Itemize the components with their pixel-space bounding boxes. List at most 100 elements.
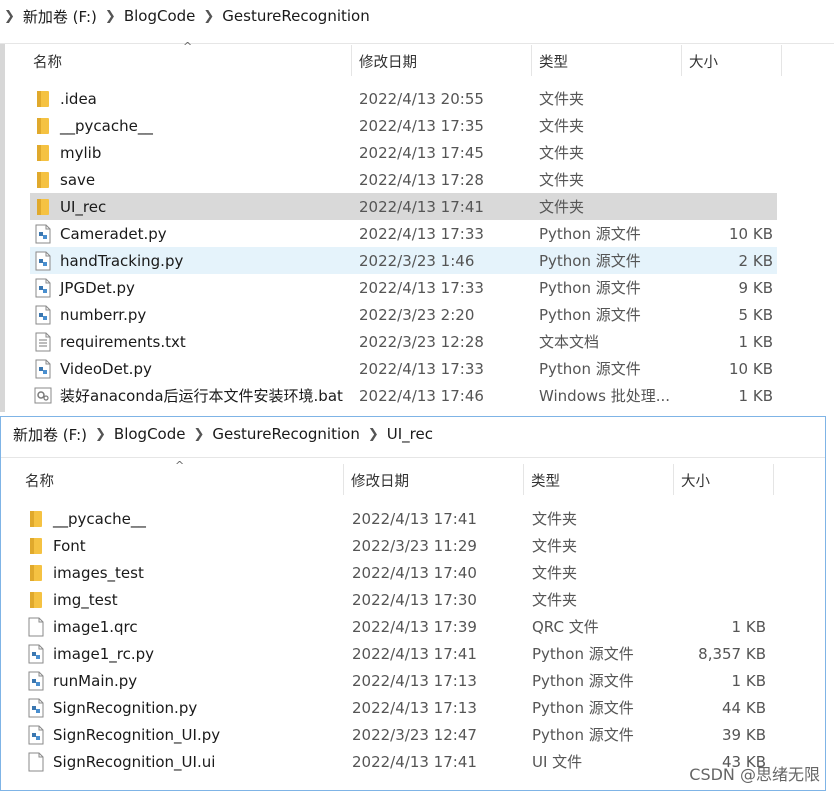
file-size: 1 KB: [738, 386, 773, 405]
breadcrumb-blogcode[interactable]: BlogCode: [110, 425, 190, 443]
breadcrumb-gesturerecognition[interactable]: GestureRecognition: [208, 425, 363, 443]
chevron-right-icon[interactable]: ❯: [101, 9, 120, 24]
file-row[interactable]: save 2022/4/13 17:28 文件夹: [30, 166, 777, 193]
column-divider[interactable]: [343, 464, 344, 495]
file-size: 1 KB: [731, 617, 766, 636]
file-row[interactable]: JPGDet.py 2022/4/13 17:33 Python 源文件 9 KB: [30, 274, 777, 301]
file-name: images_test: [53, 563, 144, 582]
file-modified-date: 2022/4/13 17:30: [352, 590, 477, 609]
file-row[interactable]: 装好anaconda后运行本文件安装环境.bat 2022/4/13 17:46 W…: [30, 382, 777, 409]
file-row[interactable]: .idea 2022/4/13 20:55 文件夹: [30, 85, 777, 112]
file-modified-date: 2022/4/13 17:13: [352, 698, 477, 717]
file-modified-date: 2022/4/13 17:46: [359, 386, 484, 405]
file-name: Font: [53, 536, 86, 555]
column-header-date[interactable]: 修改日期: [351, 464, 409, 496]
folder-icon: [33, 170, 53, 190]
file-name: image1.qrc: [53, 617, 138, 636]
file-modified-date: 2022/4/13 17:45: [359, 143, 484, 162]
folder-icon: [33, 116, 53, 136]
file-type: Python 源文件: [539, 279, 641, 297]
column-header-name[interactable]: 名称: [33, 45, 62, 77]
breadcrumb-gesturerecognition[interactable]: GestureRecognition: [218, 7, 373, 25]
file-type: Python 源文件: [539, 360, 641, 378]
file-modified-date: 2022/3/23 12:47: [352, 725, 477, 744]
breadcrumb: ❯ 新加卷 (F:) ❯ BlogCode ❯ GestureRecogniti…: [0, 1, 374, 31]
column-header-date[interactable]: 修改日期: [359, 45, 417, 77]
file-row[interactable]: __pycache__ 2022/4/13 17:35 文件夹: [30, 112, 777, 139]
file-row[interactable]: VideoDet.py 2022/4/13 17:33 Python 源文件 10 K…: [30, 355, 777, 382]
column-divider[interactable]: [781, 45, 782, 76]
folder-icon: [33, 143, 53, 163]
file-name: 装好anaconda后运行本文件安装环境.bat: [60, 387, 343, 405]
column-divider[interactable]: [531, 45, 532, 76]
chevron-right-icon[interactable]: ❯: [199, 9, 218, 24]
python-file-icon: [33, 305, 53, 325]
file-type: 文件夹: [539, 117, 585, 135]
file-name: __pycache__: [53, 509, 146, 528]
file-modified-date: 2022/4/13 17:13: [352, 671, 477, 690]
explorer-window-gesture-recognition: ❯ 新加卷 (F:) ❯ BlogCode ❯ GestureRecogniti…: [0, 0, 834, 412]
breadcrumb-drive[interactable]: 新加卷 (F:): [9, 424, 91, 445]
breadcrumb-ui-rec[interactable]: UI_rec: [383, 425, 437, 443]
file-name: .idea: [60, 89, 97, 108]
file-modified-date: 2022/4/13 20:55: [359, 89, 484, 108]
file-row[interactable]: handTracking.py 2022/3/23 1:46 Python 源文件 2…: [30, 247, 777, 274]
column-divider[interactable]: [681, 45, 682, 76]
chevron-right-icon[interactable]: ❯: [91, 427, 110, 442]
file-row[interactable]: SignRecognition.py 2022/4/13 17:13 Python …: [23, 694, 770, 721]
chevron-right-icon[interactable]: ❯: [364, 427, 383, 442]
breadcrumb-blogcode[interactable]: BlogCode: [120, 7, 200, 25]
file-size: 2 KB: [738, 251, 773, 270]
file-row[interactable]: image1_rc.py 2022/4/13 17:41 Python 源文件 8,3…: [23, 640, 770, 667]
file-row[interactable]: images_test 2022/4/13 17:40 文件夹: [23, 559, 770, 586]
file-row[interactable]: UI_rec 2022/4/13 17:41 文件夹: [30, 193, 777, 220]
file-type: 文本文档: [539, 333, 600, 351]
file-row[interactable]: Cameradet.py 2022/4/13 17:33 Python 源文件 10 …: [30, 220, 777, 247]
file-type: 文件夹: [539, 198, 585, 216]
python-file-icon: [33, 359, 53, 379]
file-name: JPGDet.py: [60, 278, 135, 297]
folder-icon: [26, 563, 46, 583]
file-name: image1_rc.py: [53, 644, 155, 663]
file-modified-date: 2022/4/13 17:33: [359, 359, 484, 378]
file-type: 文件夹: [539, 90, 585, 108]
file-size: 44 KB: [722, 698, 766, 717]
folder-icon: [26, 509, 46, 529]
file-modified-date: 2022/4/13 17:35: [359, 116, 484, 135]
column-header-name[interactable]: 名称: [25, 464, 54, 496]
python-file-icon: [33, 224, 53, 244]
file-row[interactable]: requirements.txt 2022/3/23 12:28 文本文档 1 KB: [30, 328, 777, 355]
column-divider[interactable]: [773, 464, 774, 495]
folder-icon: [26, 590, 46, 610]
file-size: 1 KB: [731, 671, 766, 690]
column-divider[interactable]: [351, 45, 352, 76]
column-header-size[interactable]: 大小: [689, 45, 718, 77]
chevron-right-icon[interactable]: ❯: [189, 427, 208, 442]
file-row[interactable]: img_test 2022/4/13 17:30 文件夹: [23, 586, 770, 613]
column-header-type[interactable]: 类型: [539, 45, 568, 77]
breadcrumb-drive[interactable]: 新加卷 (F:): [19, 6, 101, 27]
file-row[interactable]: SignRecognition_UI.ui 2022/4/13 17:41 UI 文…: [23, 748, 770, 775]
column-header-type[interactable]: 类型: [531, 464, 560, 496]
file-type: 文件夹: [532, 564, 578, 582]
file-row[interactable]: SignRecognition_UI.py 2022/3/23 12:47 Pyth…: [23, 721, 770, 748]
file-row[interactable]: mylib 2022/4/13 17:45 文件夹: [30, 139, 777, 166]
file-row[interactable]: Font 2022/3/23 11:29 文件夹: [23, 532, 770, 559]
column-header-size[interactable]: 大小: [681, 464, 710, 496]
chevron-right-icon[interactable]: ❯: [0, 9, 19, 24]
file-size: 10 KB: [729, 224, 773, 243]
navigation-pane-edge[interactable]: [0, 44, 5, 412]
file-name: VideoDet.py: [60, 359, 152, 378]
file-type: 文件夹: [532, 537, 578, 555]
file-row[interactable]: __pycache__ 2022/4/13 17:41 文件夹: [23, 505, 770, 532]
column-divider[interactable]: [673, 464, 674, 495]
file-size: 39 KB: [722, 725, 766, 744]
file-row[interactable]: image1.qrc 2022/4/13 17:39 QRC 文件 1 KB: [23, 613, 770, 640]
file-name: SignRecognition_UI.ui: [53, 752, 216, 771]
python-file-icon: [26, 671, 46, 691]
blank-file-icon: [26, 617, 46, 637]
file-name: SignRecognition_UI.py: [53, 725, 221, 744]
file-row[interactable]: runMain.py 2022/4/13 17:13 Python 源文件 1 KB: [23, 667, 770, 694]
file-row[interactable]: numberr.py 2022/3/23 2:20 Python 源文件 5 KB: [30, 301, 777, 328]
column-divider[interactable]: [523, 464, 524, 495]
